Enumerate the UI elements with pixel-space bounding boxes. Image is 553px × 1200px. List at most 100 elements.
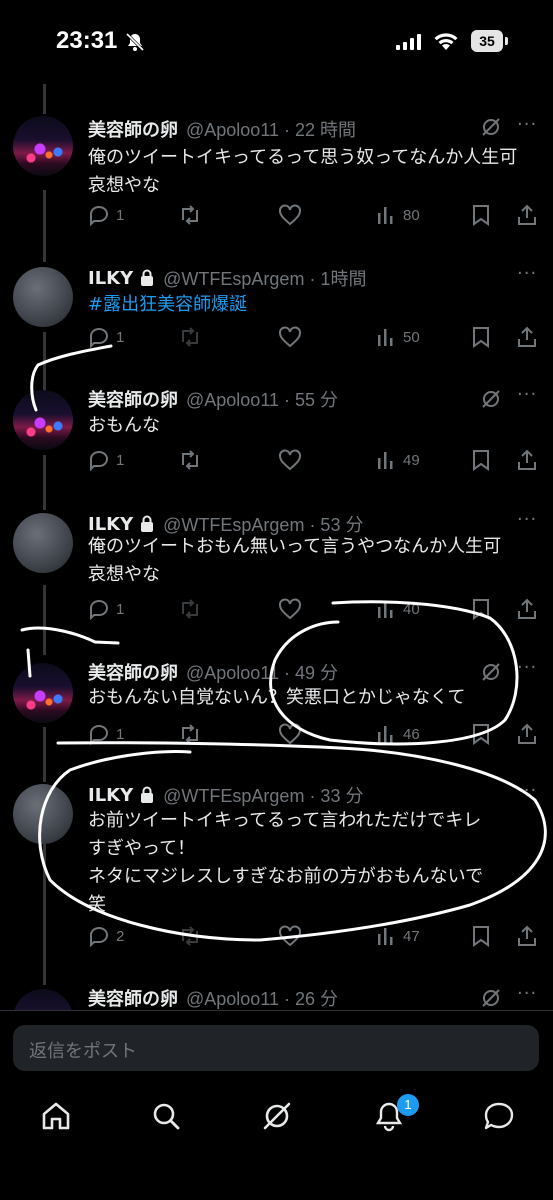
reply-button[interactable]: 1 <box>88 598 124 620</box>
handle-and-time: @Apoloo11 · 55 分 <box>186 390 339 410</box>
tweet-header: 美容師の卵 @Apoloo11 · 55 分 <box>88 386 338 412</box>
more-options-icon[interactable]: ··· <box>517 263 537 284</box>
repost-button[interactable] <box>178 204 202 226</box>
bookmark-button[interactable] <box>471 925 491 947</box>
messages-icon[interactable] <box>483 1100 515 1132</box>
bookmark-icon <box>473 205 489 226</box>
more-options-icon[interactable]: ··· <box>517 780 537 801</box>
bar-chart-icon <box>378 452 393 469</box>
grok-icon[interactable] <box>480 388 502 410</box>
view-count: 49 <box>403 451 420 469</box>
like-button[interactable] <box>278 925 302 947</box>
display-name[interactable]: 美容師の卵 <box>88 116 178 142</box>
repost-icon <box>182 450 198 470</box>
avatar[interactable] <box>13 784 73 844</box>
reply-icon <box>90 927 108 947</box>
more-options-icon[interactable]: ··· <box>517 114 537 135</box>
share-button[interactable] <box>516 925 538 947</box>
share-button[interactable] <box>516 449 538 471</box>
views-button[interactable]: 80 <box>375 204 420 226</box>
reply-button[interactable]: 1 <box>88 204 124 226</box>
views-button[interactable]: 47 <box>375 925 420 947</box>
grok-icon[interactable] <box>261 1100 293 1132</box>
bookmark-button[interactable] <box>471 326 491 348</box>
display-name[interactable]: ILKY <box>88 268 133 289</box>
wifi-icon <box>434 33 458 50</box>
repost-icon <box>182 205 198 225</box>
tweet[interactable]: 美容師の卵 @Apoloo11 · 26 分 ··· <box>0 985 553 1010</box>
share-button[interactable] <box>516 326 538 348</box>
more-options-icon[interactable]: ··· <box>517 509 537 530</box>
hashtag-link[interactable]: #露出狂美容師爆誕 <box>88 291 528 319</box>
avatar[interactable] <box>13 989 73 1010</box>
display-name[interactable]: 美容師の卵 <box>88 985 178 1010</box>
more-options-icon[interactable]: ··· <box>517 384 537 405</box>
reply-icon <box>90 725 108 745</box>
home-icon[interactable] <box>40 1100 72 1132</box>
reply-button[interactable]: 2 <box>88 925 124 947</box>
display-name[interactable]: 美容師の卵 <box>88 386 178 412</box>
repost-button[interactable] <box>178 449 202 471</box>
avatar[interactable] <box>13 663 73 723</box>
bar-chart-icon <box>378 726 393 743</box>
avatar[interactable] <box>13 513 73 573</box>
handle-and-time: @Apoloo11 · 26 分 <box>186 989 339 1009</box>
views-button[interactable]: 40 <box>375 598 420 620</box>
like-button[interactable] <box>278 326 302 348</box>
bookmark-button[interactable] <box>471 204 491 226</box>
share-button[interactable] <box>516 204 538 226</box>
grok-icon[interactable] <box>480 661 502 683</box>
display-name[interactable]: ILKY <box>88 514 133 535</box>
handle-and-time: @WTFEspArgem · 33 分 <box>163 786 364 806</box>
like-button[interactable] <box>278 598 302 620</box>
tweet-text-line: すぎやって！ <box>88 838 196 859</box>
tweet-actions: 1 80 <box>0 204 553 234</box>
notifications-badge: 1 <box>397 1094 419 1116</box>
like-button[interactable] <box>278 723 302 745</box>
grok-icon[interactable] <box>480 987 502 1009</box>
grok-icon[interactable] <box>480 116 502 138</box>
search-icon[interactable] <box>150 1100 182 1132</box>
reply-button[interactable]: 1 <box>88 723 124 745</box>
repost-button[interactable] <box>178 723 202 745</box>
view-count: 47 <box>403 927 420 945</box>
like-button[interactable] <box>278 204 302 226</box>
display-name[interactable]: 美容師の卵 <box>88 659 178 685</box>
more-options-icon[interactable]: ··· <box>517 657 537 678</box>
share-button[interactable] <box>516 598 538 620</box>
bar-chart-icon <box>378 329 393 346</box>
reply-button[interactable]: 1 <box>88 449 124 471</box>
bar-chart-icon <box>378 601 393 618</box>
bar-chart-icon <box>378 207 393 224</box>
bookmark-button[interactable] <box>471 449 491 471</box>
tweet-text-line: 笑 <box>88 894 106 915</box>
views-button[interactable]: 50 <box>375 326 420 348</box>
share-button[interactable] <box>516 723 538 745</box>
heart-icon <box>279 598 301 620</box>
repost-button[interactable] <box>178 326 202 348</box>
tweet-text-line: お前ツイートイキってるって言われただけでキレ <box>88 810 482 831</box>
views-button[interactable]: 49 <box>375 449 420 471</box>
reply-input[interactable]: 返信をポスト <box>13 1025 539 1071</box>
avatar[interactable] <box>13 390 73 450</box>
bookmark-button[interactable] <box>471 723 491 745</box>
reply-icon <box>90 328 108 348</box>
tweet-header: 美容師の卵 @Apoloo11 · 49 分 <box>88 659 338 685</box>
heart-icon <box>279 449 301 471</box>
repost-button[interactable] <box>178 925 202 947</box>
reply-button[interactable]: 1 <box>88 326 124 348</box>
like-button[interactable] <box>278 449 302 471</box>
repost-icon <box>182 599 198 619</box>
tweet-text-line: ネタにマジレスしすぎなお前の方がおもんないで <box>88 866 484 887</box>
reply-count: 1 <box>116 451 125 469</box>
repost-button[interactable] <box>178 598 202 620</box>
more-options-icon[interactable]: ··· <box>517 985 537 1004</box>
heart-icon <box>279 204 301 226</box>
bookmark-button[interactable] <box>471 598 491 620</box>
tweet-actions: 2 47 <box>0 925 553 955</box>
handle-and-time: @Apoloo11 · 22 時間 <box>186 120 357 140</box>
avatar[interactable] <box>13 116 73 176</box>
display-name[interactable]: ILKY <box>88 785 133 806</box>
avatar[interactable] <box>13 267 73 327</box>
views-button[interactable]: 46 <box>375 723 420 745</box>
